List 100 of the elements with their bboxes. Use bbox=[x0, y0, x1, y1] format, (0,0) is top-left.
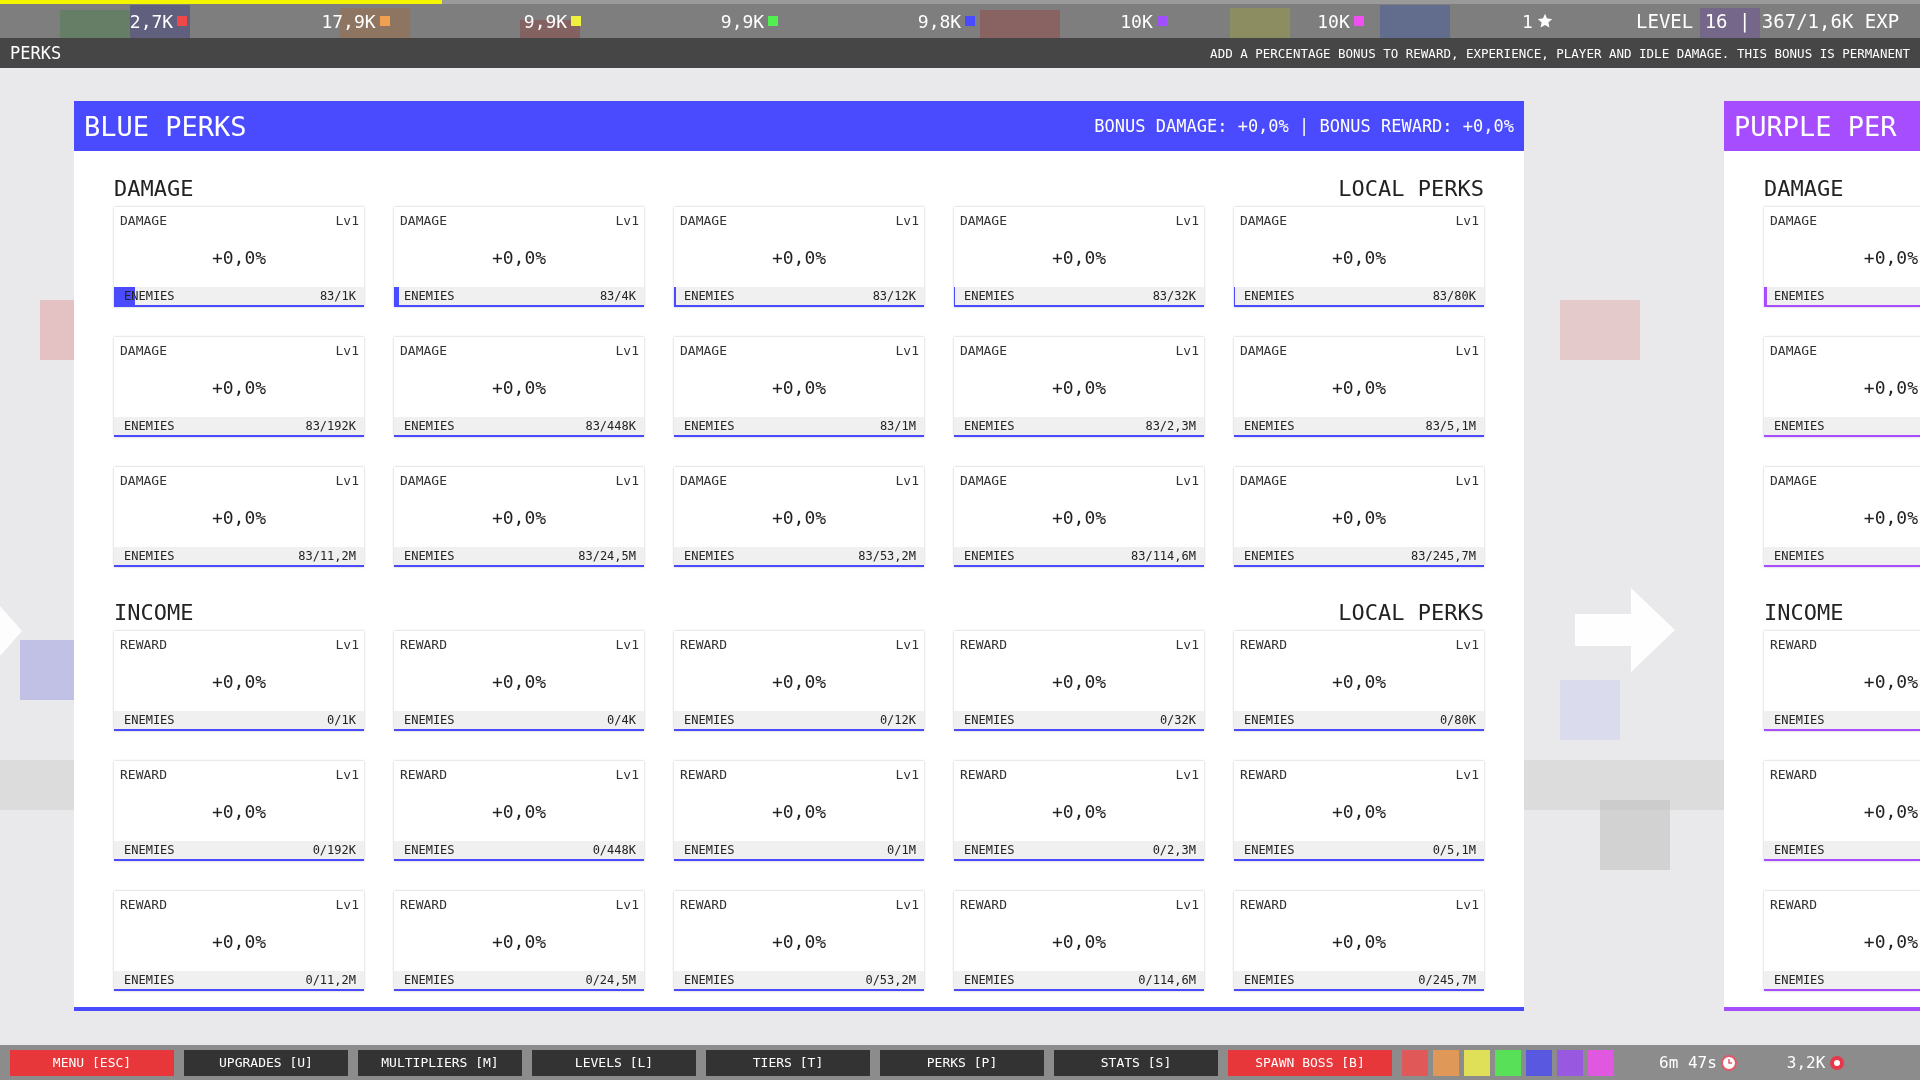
perk-name: REWARD bbox=[680, 637, 727, 652]
perk-card[interactable]: REWARD Lv1 +0,0% ENEMIES 0/12K bbox=[674, 631, 924, 731]
perk-card[interactable]: REWARD +0,0% ENEMIES bbox=[1764, 891, 1920, 991]
perk-level: Lv1 bbox=[615, 897, 639, 912]
progress-count: 0/1M bbox=[887, 843, 916, 857]
progress-count: 0/11,2M bbox=[305, 973, 356, 987]
action-button[interactable]: MENU [ESC] bbox=[10, 1049, 174, 1076]
color-swatch[interactable] bbox=[1402, 1049, 1428, 1076]
resource-count: 9,8K bbox=[917, 10, 962, 32]
perk-card[interactable]: DAMAGE Lv1 +0,0% ENEMIES 83/5,1M bbox=[1234, 337, 1484, 437]
progress-label: ENEMIES bbox=[964, 289, 1015, 303]
perk-card[interactable]: REWARD Lv1 +0,0% ENEMIES 0/11,2M bbox=[114, 891, 364, 991]
perk-card[interactable]: DAMAGE +0,0% ENEMIES bbox=[1764, 467, 1920, 567]
resource-count: 17,9K bbox=[321, 10, 376, 32]
perk-level: Lv1 bbox=[895, 473, 919, 488]
progress-count: 83/192K bbox=[305, 419, 356, 433]
perk-name: REWARD bbox=[400, 767, 447, 782]
perk-value: +0,0% bbox=[770, 671, 828, 692]
page-title: PERKS bbox=[10, 43, 62, 63]
left-arrow-icon[interactable] bbox=[0, 606, 22, 656]
progress-count: 0/448K bbox=[592, 843, 636, 857]
color-swatch[interactable] bbox=[1557, 1049, 1583, 1076]
progress-count: 0/32K bbox=[1159, 713, 1196, 727]
perk-card[interactable]: REWARD Lv1 +0,0% ENEMIES 0/1M bbox=[674, 761, 924, 861]
progress-label: ENEMIES bbox=[964, 549, 1015, 563]
progress-count: 83/24,5M bbox=[578, 549, 636, 563]
color-swatch[interactable] bbox=[1588, 1049, 1614, 1076]
progress-label: ENEMIES bbox=[124, 713, 175, 727]
resource-count: 2,7K bbox=[129, 10, 174, 32]
perk-card[interactable]: REWARD Lv1 +0,0% ENEMIES 0/5,1M bbox=[1234, 761, 1484, 861]
perk-name: REWARD bbox=[1770, 637, 1817, 652]
progress-label: ENEMIES bbox=[1774, 419, 1825, 433]
perk-level: Lv1 bbox=[335, 767, 359, 782]
perk-card[interactable]: DAMAGE Lv1 +0,0% ENEMIES 83/80K bbox=[1234, 207, 1484, 307]
perk-value: +0,0% bbox=[770, 377, 828, 398]
progress-label: ENEMIES bbox=[1244, 419, 1295, 433]
color-swatch[interactable] bbox=[1464, 1049, 1490, 1076]
progress-count: 83/53,2M bbox=[858, 549, 916, 563]
perk-card[interactable]: DAMAGE Lv1 +0,0% ENEMIES 83/2,3M bbox=[954, 337, 1204, 437]
perk-card[interactable]: DAMAGE Lv1 +0,0% ENEMIES 83/1M bbox=[674, 337, 924, 437]
perk-level: Lv1 bbox=[895, 897, 919, 912]
perk-card[interactable]: DAMAGE Lv1 +0,0% ENEMIES 83/12K bbox=[674, 207, 924, 307]
nav-button[interactable]: UPGRADES [U] bbox=[184, 1049, 348, 1076]
perk-card[interactable]: REWARD +0,0% ENEMIES bbox=[1764, 631, 1920, 731]
perk-level: Lv1 bbox=[895, 213, 919, 228]
perk-card[interactable]: REWARD Lv1 +0,0% ENEMIES 0/2,3M bbox=[954, 761, 1204, 861]
progress-label: ENEMIES bbox=[964, 419, 1015, 433]
perk-card[interactable]: DAMAGE Lv1 +0,0% ENEMIES 83/53,2M bbox=[674, 467, 924, 567]
perk-card[interactable]: REWARD Lv1 +0,0% ENEMIES 0/448K bbox=[394, 761, 644, 861]
progress-count: 0/12K bbox=[879, 713, 916, 727]
nav-button[interactable]: MULTIPLIERS [M] bbox=[358, 1049, 522, 1076]
action-button[interactable]: SPAWN BOSS [B] bbox=[1228, 1049, 1392, 1076]
perk-card[interactable]: REWARD Lv1 +0,0% ENEMIES 0/32K bbox=[954, 631, 1204, 731]
perk-card[interactable]: REWARD Lv1 +0,0% ENEMIES 0/114,6M bbox=[954, 891, 1204, 991]
color-swatch[interactable] bbox=[1495, 1049, 1521, 1076]
nav-button[interactable]: LEVELS [L] bbox=[532, 1049, 696, 1076]
progress-label: ENEMIES bbox=[404, 713, 455, 727]
perk-card[interactable]: DAMAGE Lv1 +0,0% ENEMIES 83/448K bbox=[394, 337, 644, 437]
perk-card[interactable]: REWARD Lv1 +0,0% ENEMIES 0/80K bbox=[1234, 631, 1484, 731]
perk-card[interactable]: REWARD Lv1 +0,0% ENEMIES 0/192K bbox=[114, 761, 364, 861]
perk-card[interactable]: REWARD Lv1 +0,0% ENEMIES 0/1K bbox=[114, 631, 364, 731]
perk-card[interactable]: REWARD Lv1 +0,0% ENEMIES 0/53,2M bbox=[674, 891, 924, 991]
perk-level: Lv1 bbox=[1455, 343, 1479, 358]
nav-button[interactable]: TIERS [T] bbox=[706, 1049, 870, 1076]
perk-level: Lv1 bbox=[895, 767, 919, 782]
perk-card[interactable]: DAMAGE Lv1 +0,0% ENEMIES 83/192K bbox=[114, 337, 364, 437]
perk-level: Lv1 bbox=[1455, 767, 1479, 782]
perk-card[interactable]: DAMAGE Lv1 +0,0% ENEMIES 83/245,7M bbox=[1234, 467, 1484, 567]
progress-count: 0/80K bbox=[1439, 713, 1476, 727]
perk-level: Lv1 bbox=[895, 343, 919, 358]
progress-label: ENEMIES bbox=[1244, 713, 1295, 727]
perk-value: +0,0% bbox=[490, 507, 548, 528]
perk-card[interactable]: REWARD Lv1 +0,0% ENEMIES 0/24,5M bbox=[394, 891, 644, 991]
perk-card[interactable]: DAMAGE Lv1 +0,0% ENEMIES 83/24,5M bbox=[394, 467, 644, 567]
perk-card[interactable]: DAMAGE Lv1 +0,0% ENEMIES 83/4K bbox=[394, 207, 644, 307]
perk-card[interactable]: REWARD Lv1 +0,0% ENEMIES 0/4K bbox=[394, 631, 644, 731]
progress-count: 83/4K bbox=[599, 289, 636, 303]
perk-card[interactable]: REWARD Lv1 +0,0% ENEMIES 0/245,7M bbox=[1234, 891, 1484, 991]
progress-label: ENEMIES bbox=[1774, 843, 1825, 857]
progress-count: 83/448K bbox=[585, 419, 636, 433]
color-swatch[interactable] bbox=[1526, 1049, 1552, 1076]
perk-card[interactable]: DAMAGE Lv1 +0,0% ENEMIES 83/32K bbox=[954, 207, 1204, 307]
progress-count: 83/1M bbox=[879, 419, 916, 433]
color-swatch[interactable] bbox=[1433, 1049, 1459, 1076]
perk-value: +0,0% bbox=[210, 377, 268, 398]
perk-name: REWARD bbox=[1770, 767, 1817, 782]
perk-name: DAMAGE bbox=[960, 213, 1007, 228]
perk-card[interactable]: DAMAGE +0,0% ENEMIES bbox=[1764, 337, 1920, 437]
nav-button[interactable]: STATS [S] bbox=[1054, 1049, 1218, 1076]
perk-card[interactable]: REWARD +0,0% ENEMIES bbox=[1764, 761, 1920, 861]
perk-value: +0,0% bbox=[1050, 801, 1108, 822]
perk-card[interactable]: DAMAGE Lv1 +0,0% ENEMIES 83/11,2M bbox=[114, 467, 364, 567]
perk-value: +0,0% bbox=[210, 507, 268, 528]
perk-name: REWARD bbox=[120, 897, 167, 912]
progress-count: 0/2,3M bbox=[1152, 843, 1196, 857]
perk-card[interactable]: DAMAGE +0,0% ENEMIES bbox=[1764, 207, 1920, 307]
perk-card[interactable]: DAMAGE Lv1 +0,0% ENEMIES 83/114,6M bbox=[954, 467, 1204, 567]
nav-button[interactable]: PERKS [P] bbox=[880, 1049, 1044, 1076]
perk-name: REWARD bbox=[1240, 637, 1287, 652]
perk-value: +0,0% bbox=[1862, 671, 1919, 692]
